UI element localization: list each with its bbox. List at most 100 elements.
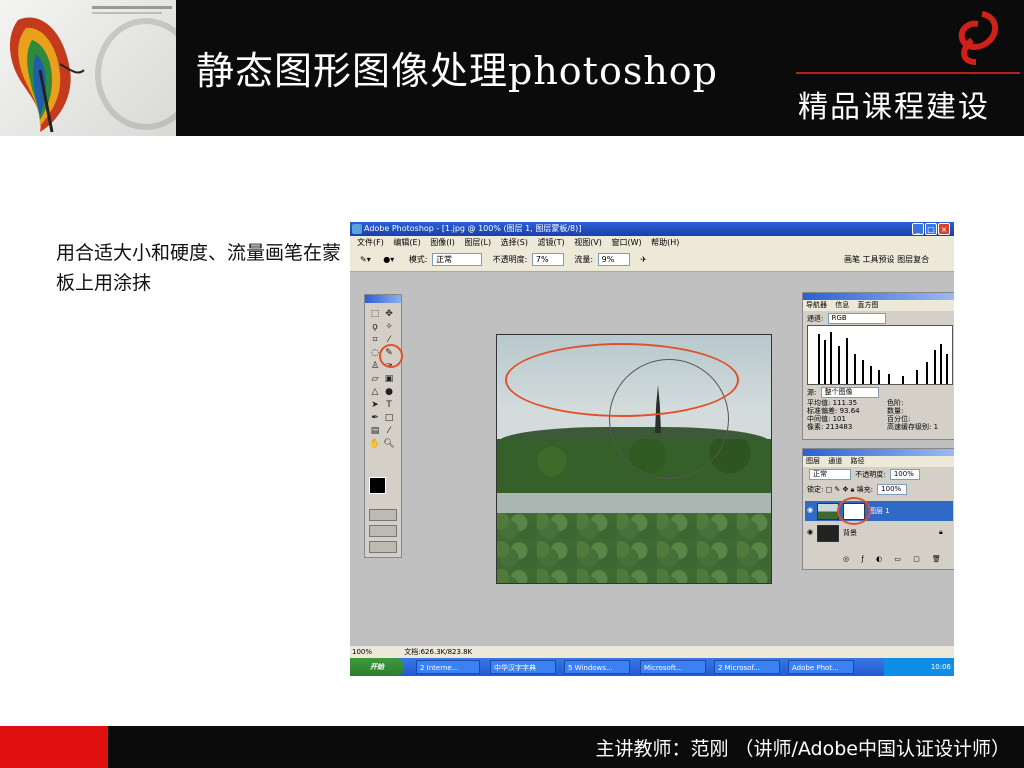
menu-select[interactable]: 选择(S) (501, 236, 528, 249)
lasso-tool-icon[interactable]: ϙ (369, 322, 381, 333)
flow-input[interactable]: 9% (597, 253, 630, 266)
lock-icons[interactable]: □ ✎ ✥ 🔒︎ (826, 486, 855, 494)
taskbar-item[interactable]: 2 Interne... (416, 660, 480, 674)
airbrush-icon[interactable]: ✈ (640, 255, 647, 264)
windows-taskbar: 开始 2 Interne... 中华汉字字典 5 Windows... Micr… (350, 658, 954, 676)
type-tool-icon[interactable]: T (383, 400, 395, 411)
tab-histogram[interactable]: 直方图 (857, 301, 878, 309)
source-label: 源: (807, 388, 817, 397)
channel-row: 通道: RGB (807, 313, 888, 324)
imageready-button[interactable] (369, 541, 397, 553)
toolbox-titlebar[interactable] (365, 295, 401, 303)
eraser-tool-icon[interactable]: ▱ (369, 374, 381, 385)
close-button[interactable]: × (938, 223, 950, 235)
quick-mask-buttons[interactable] (369, 509, 397, 521)
path-select-icon[interactable]: ➤ (369, 400, 381, 411)
tab-info[interactable]: 信息 (835, 301, 849, 309)
menu-layer[interactable]: 图层(L) (464, 236, 491, 249)
stat-cache-level: 高速缓存级别: 1 (887, 423, 939, 431)
palette-tab-layer-comps[interactable]: 图层复合 (897, 255, 929, 264)
menu-edit[interactable]: 编辑(E) (393, 236, 420, 249)
palette-well: 画笔 工具预设 图层复合 (844, 249, 929, 271)
tab-navigator[interactable]: 导航器 (806, 301, 827, 309)
stat-std-dev: 标准偏差: 93.64 (807, 407, 860, 415)
palette-tab-brushes[interactable]: 画笔 (844, 255, 860, 264)
foreground-color-swatch[interactable] (369, 477, 386, 494)
mask-highlight (837, 497, 871, 525)
toolbox: ⬚ ✥ ϙ ✧ ⌗ ⁄ ◌ ✎ ♙ ✑ ▱ ▣ △ ● ➤ T ✒ □ ▤ ⁄ … (364, 294, 403, 558)
histogram-panel-tabs: 导航器 信息 直方图 (803, 300, 954, 311)
menu-file[interactable]: 文件(F) (357, 236, 384, 249)
hand-tool-icon[interactable]: ✋ (369, 439, 381, 450)
menu-view[interactable]: 视图(V) (574, 236, 602, 249)
doc-size: 文档:626.3K/823.8K (404, 648, 473, 656)
move-tool-icon[interactable]: ✥ (383, 309, 395, 320)
taskbar-item[interactable]: 5 Windows... (564, 660, 630, 674)
histogram-panel-titlebar[interactable] (803, 293, 954, 300)
layers-panel-titlebar[interactable] (803, 449, 954, 456)
eye-icon[interactable]: ◉ (807, 528, 813, 536)
magic-wand-icon[interactable]: ✧ (383, 322, 395, 333)
opacity-input[interactable]: 7% (531, 253, 564, 266)
layer-opacity-input[interactable]: 100% (889, 469, 920, 480)
marquee-tool-icon[interactable]: ⬚ (369, 309, 381, 320)
menu-image[interactable]: 图像(I) (430, 236, 455, 249)
options-bar: ✎▾ ●▾ 模式: 正常 不透明度: 7% 流量: 9% ✈ 画笔 工具预设 图… (350, 249, 954, 272)
feather-logo (0, 0, 176, 136)
menu-help[interactable]: 帮助(H) (651, 236, 679, 249)
ps-statusbar: 100% 文档:626.3K/823.8K (350, 646, 954, 658)
tab-channels[interactable]: 通道 (828, 457, 842, 465)
shape-tool-icon[interactable]: □ (383, 413, 395, 424)
taskbar-item[interactable]: Adobe Phot... (788, 660, 854, 674)
brush-preset-picker[interactable]: ●▾ (383, 255, 394, 264)
footer-banner: 主讲教师：范刚 （讲师/Adobe中国认证设计师） (0, 726, 1024, 768)
mode-select[interactable]: 正常 (432, 253, 483, 266)
page-title: 静态图形图像处理photoshop (196, 49, 719, 93)
layer-row-background[interactable]: ◉ 背景 🔒︎ (805, 523, 953, 543)
pen-tool-icon[interactable]: ✒ (369, 413, 381, 424)
opacity-label: 不透明度: (492, 255, 528, 264)
stamp-tool-icon[interactable]: ♙ (369, 361, 381, 372)
palette-tab-tool-presets[interactable]: 工具预设 (863, 255, 895, 264)
blend-mode-select[interactable]: 正常 (809, 469, 851, 480)
feather-icon (9, 17, 85, 133)
instructor-credit: 主讲教师：范刚 （讲师/Adobe中国认证设计师） (595, 738, 1010, 760)
zoom-readout[interactable]: 100% (352, 648, 372, 656)
screen-mode-buttons[interactable] (369, 525, 397, 537)
menu-window[interactable]: 窗口(W) (611, 236, 641, 249)
layer-row-layer1[interactable]: ◉ 图层 1 (805, 497, 953, 525)
taskbar-item[interactable]: 中华汉字字典 (490, 660, 556, 674)
start-button[interactable]: 开始 (350, 658, 404, 676)
source-select[interactable]: 整个图像 (820, 387, 879, 398)
minimize-button[interactable]: _ (912, 223, 924, 235)
taskbar-item[interactable]: Microsoft... (640, 660, 706, 674)
taskbar-item[interactable]: 2 Microsof... (714, 660, 780, 674)
sky-highlight-ellipse (505, 343, 739, 417)
tab-paths[interactable]: 路径 (850, 457, 864, 465)
eyedropper-icon[interactable]: ⁄ (383, 426, 395, 437)
dodge-tool-icon[interactable]: ● (383, 387, 395, 398)
image-canvas[interactable] (496, 334, 772, 584)
crop-tool-icon[interactable]: ⌗ (369, 335, 381, 346)
tab-layers[interactable]: 图层 (806, 457, 820, 465)
layer-name: 背景 (843, 529, 857, 537)
ps-workspace: ⬚ ✥ ϙ ✧ ⌗ ⁄ ◌ ✎ ♙ ✑ ▱ ▣ △ ● ➤ T ✒ □ ▤ ⁄ … (350, 272, 954, 646)
eye-icon[interactable]: ◉ (807, 506, 813, 514)
maximize-button[interactable]: □ (925, 223, 937, 235)
header-banner: 静态图形图像处理photoshop 精品课程建设 (0, 0, 1024, 136)
fill-input[interactable]: 100% (877, 484, 908, 495)
blend-row: 正常 不透明度: 100% (807, 469, 922, 480)
zoom-tool-icon[interactable]: 🔍︎ (383, 439, 395, 450)
blur-tool-icon[interactable]: △ (369, 387, 381, 398)
layer-thumbnail (817, 525, 839, 542)
title-divider (796, 72, 1020, 74)
stat-pixels: 像素: 213483 (807, 423, 853, 431)
gradient-tool-icon[interactable]: ▣ (383, 374, 395, 385)
notes-tool-icon[interactable]: ▤ (369, 426, 381, 437)
layers-panel: 图层 通道 路径 正常 不透明度: 100% 锁定: □ ✎ ✥ 🔒︎ 填充: … (802, 448, 954, 570)
menu-filter[interactable]: 滤镜(T) (538, 236, 565, 249)
layer-actions[interactable]: ◎ ƒ ◐ ▭ ▢ 🗑︎ (843, 555, 946, 563)
canvas-water (497, 493, 771, 515)
brush-tool-icon[interactable]: ✎▾ (360, 255, 371, 264)
channel-select[interactable]: RGB (827, 313, 886, 324)
